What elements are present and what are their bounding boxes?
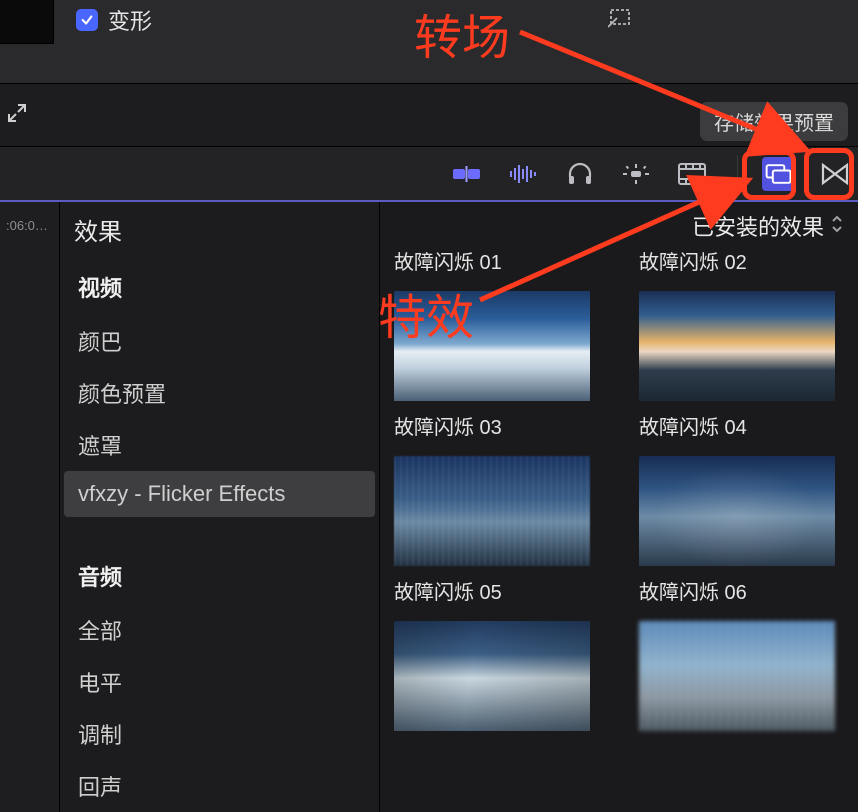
effect-thumbnail[interactable] — [394, 621, 599, 731]
effects-content: 已安装的效果 故障闪烁 01 故障闪烁 02 故障闪烁 03 — [380, 202, 858, 812]
thumbnail-grid: 故障闪烁 01 故障闪烁 02 故障闪烁 03 故障闪烁 04 故障闪烁 05 … — [394, 248, 844, 731]
thumbnail-label: 故障闪烁 02 — [639, 246, 844, 275]
effect-thumbnail[interactable]: 故障闪烁 05 — [394, 456, 599, 605]
panel-title: 效果 — [60, 202, 379, 257]
audio-category-header: 音频 — [60, 546, 379, 604]
effect-thumbnail[interactable]: 故障闪烁 04 — [639, 291, 844, 440]
thumbnail-image — [639, 456, 835, 566]
thumbnail-image — [394, 291, 590, 401]
sidebar-item-flicker-effects[interactable]: vfxzy - Flicker Effects — [64, 471, 375, 517]
thumbnail-image — [639, 621, 835, 731]
effects-browser-icon[interactable] — [762, 157, 796, 191]
time-tick: :06:0… — [6, 218, 48, 233]
thumbnail-label: 故障闪烁 04 — [639, 411, 844, 440]
effects-sidebar: 效果 视频 颜巴 颜色预置 遮罩 vfxzy - Flicker Effects… — [60, 202, 380, 812]
sidebar-item-all[interactable]: 全部 — [60, 604, 379, 656]
effect-thumbnail[interactable]: 故障闪烁 01 — [394, 248, 599, 275]
sidebar-item-levels[interactable]: 电平 — [60, 656, 379, 708]
transform-label: 变形 — [108, 4, 152, 36]
expand-fullscreen-icon[interactable] — [6, 102, 28, 129]
inspector-bar: 变形 — [0, 0, 858, 84]
clip-trim-icon[interactable] — [451, 157, 485, 191]
crop-icon[interactable] — [608, 6, 634, 35]
audio-waveform-icon[interactable] — [507, 157, 541, 191]
sidebar-item-mask[interactable]: 遮罩 — [60, 419, 379, 471]
content-header: 已安装的效果 — [394, 202, 844, 250]
effect-thumbnail[interactable]: 故障闪烁 06 — [639, 456, 844, 605]
transform-checkbox[interactable] — [76, 9, 98, 31]
thumbnail-image — [394, 456, 590, 566]
effect-thumbnail[interactable]: 故障闪烁 02 — [639, 248, 844, 275]
thumbnail-label: 故障闪烁 05 — [394, 576, 599, 605]
thumbnail-label: 故障闪烁 06 — [639, 576, 844, 605]
transitions-browser-icon[interactable] — [818, 157, 852, 191]
thumbnail-label: 故障闪烁 03 — [394, 411, 599, 440]
video-category-header: 视频 — [60, 257, 379, 315]
strip-row: 存储效果预置 — [0, 84, 858, 147]
save-effect-preset-label: 存储效果预置 — [714, 113, 834, 135]
sidebar-item-color-presets[interactable]: 颜色预置 — [60, 367, 379, 419]
inspector-left-crop — [0, 0, 54, 44]
transform-row: 变形 — [76, 4, 152, 36]
headphones-icon[interactable] — [563, 157, 597, 191]
toolbar-separator — [737, 155, 738, 193]
save-effect-preset-button[interactable]: 存储效果预置 — [700, 102, 848, 141]
light-flare-icon[interactable] — [619, 157, 653, 191]
media-toolbar — [0, 147, 858, 202]
sidebar-item-color[interactable]: 颜巴 — [60, 315, 379, 367]
main-split: :06:0… 效果 视频 颜巴 颜色预置 遮罩 vfxzy - Flicker … — [0, 202, 858, 812]
filmstrip-icon[interactable] — [675, 157, 709, 191]
sidebar-item-echo[interactable]: 回声 — [60, 760, 379, 812]
thumbnail-label: 故障闪烁 01 — [394, 246, 599, 275]
chevron-updown-icon[interactable] — [830, 213, 844, 240]
sidebar-item-modulation[interactable]: 调制 — [60, 708, 379, 760]
thumbnail-image — [394, 621, 590, 731]
thumbnail-image — [639, 291, 835, 401]
time-ruler-column: :06:0… — [0, 202, 60, 812]
effect-thumbnail[interactable]: 故障闪烁 03 — [394, 291, 599, 440]
installed-effects-dropdown[interactable]: 已安装的效果 — [692, 210, 824, 242]
sidebar-spacer — [60, 517, 379, 546]
effect-thumbnail[interactable] — [639, 621, 844, 731]
